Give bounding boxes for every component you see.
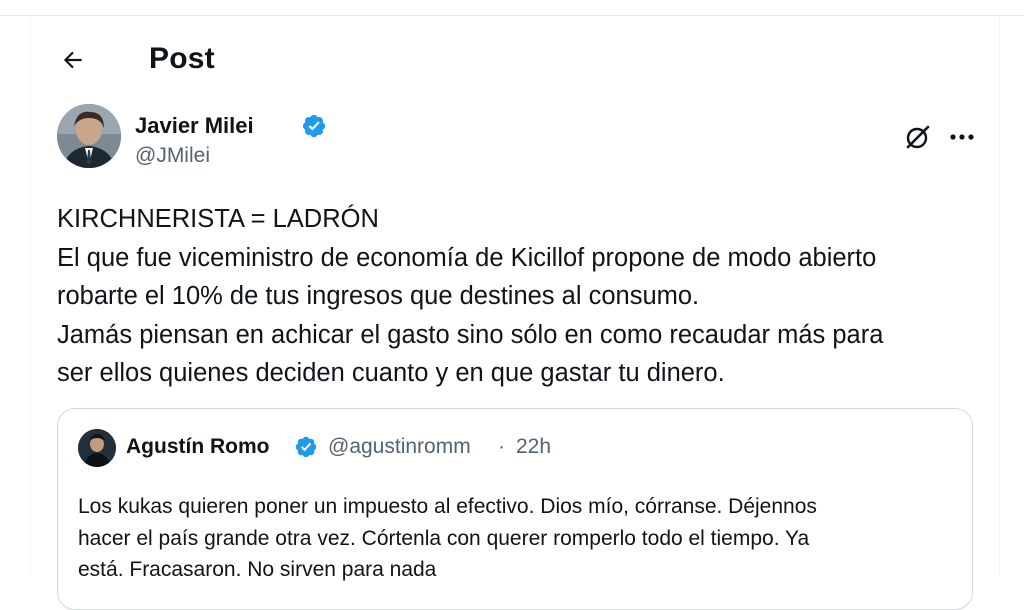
post-text-line: ser ellos quienes deciden cuanto y en qu… — [57, 359, 725, 387]
post-text-line: Jamás piensan en achicar el gasto sino s… — [57, 320, 884, 349]
back-button[interactable] — [55, 42, 91, 78]
author-avatar[interactable] — [57, 104, 121, 168]
quoted-post[interactable]: Agustín Romo @agustinromm · 22h Los kuka… — [57, 408, 973, 610]
post-header: Post — [31, 38, 999, 84]
meta-separator: · — [498, 435, 505, 458]
quote-author-handle[interactable]: @agustinromm — [328, 435, 471, 459]
post-text-line: El que fue viceministro de economía de K… — [57, 243, 877, 272]
more-horizontal-icon[interactable] — [945, 122, 979, 152]
author-handle[interactable]: @JMilei — [135, 144, 210, 168]
verified-badge-icon — [302, 114, 326, 138]
quote-timestamp[interactable]: 22h — [516, 435, 551, 459]
post-text-line: KIRCHNERISTA = LADRÓN — [57, 205, 379, 233]
post-text-line: robarte el 10% de tus ingresos que desti… — [57, 282, 700, 310]
quote-text-line: hacer el país grande otra vez. Córtenla … — [78, 526, 810, 550]
post-text: KIRCHNERISTA = LADRÓN El que fue vicemin… — [57, 200, 977, 393]
arrow-left-icon — [63, 51, 82, 69]
post-author: Javier Milei @JMilei — [57, 104, 977, 174]
quote-author-avatar[interactable] — [78, 429, 116, 467]
quote-text: Los kukas quieren poner un impuesto al e… — [78, 491, 958, 586]
quote-author-name[interactable]: Agustín Romo — [126, 435, 269, 459]
avatar-image — [57, 104, 121, 168]
author-name[interactable]: Javier Milei — [135, 113, 254, 139]
quote-text-line: está. Fracasaron. No sirven para nada — [78, 558, 437, 581]
avatar-image — [78, 429, 116, 467]
post-column: Post Javier Milei @JMilei KIRCHNERISTA =… — [30, 16, 1000, 610]
quote-text-line: Los kukas quieren poner un impuesto al e… — [78, 495, 817, 518]
page-title: Post — [149, 42, 215, 75]
verified-badge-icon — [295, 436, 317, 458]
grok-icon[interactable] — [903, 122, 933, 152]
